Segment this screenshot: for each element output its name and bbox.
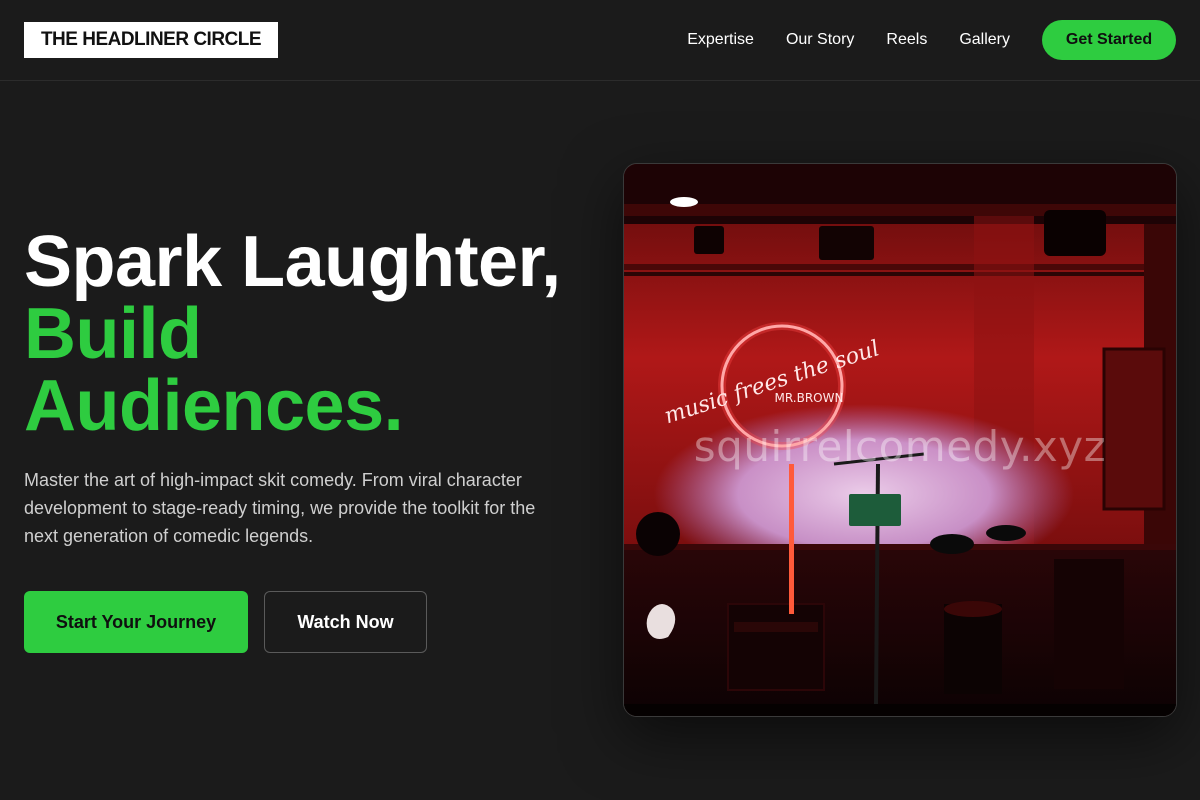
nav-link-expertise[interactable]: Expertise xyxy=(687,31,754,49)
hero-headline: Spark Laughter, Build Audiences. xyxy=(24,226,604,442)
get-started-button[interactable]: Get Started xyxy=(1042,20,1176,60)
nav-link-our-story[interactable]: Our Story xyxy=(786,31,854,49)
nav-link-gallery[interactable]: Gallery xyxy=(959,31,1010,49)
main-nav: Expertise Our Story Reels Gallery Get St… xyxy=(687,20,1176,60)
watch-now-button[interactable]: Watch Now xyxy=(264,591,427,653)
stage-photo: music frees the soul MR.BROWN xyxy=(624,164,1176,716)
headline-line-2: Build xyxy=(24,294,202,374)
site-logo[interactable]: THE HEADLINER CIRCLE xyxy=(24,22,278,58)
hero-stage-image: music frees the soul MR.BROWN squirrelco… xyxy=(623,163,1177,717)
headline-line-1: Spark Laughter, xyxy=(24,222,561,302)
headline-line-3: Audiences. xyxy=(24,366,404,446)
neon-sign-subtext: MR.BROWN xyxy=(775,391,844,405)
start-journey-button[interactable]: Start Your Journey xyxy=(24,591,248,653)
hero-description: Master the art of high-impact skit comed… xyxy=(24,470,536,546)
nav-link-reels[interactable]: Reels xyxy=(886,31,927,49)
site-header: THE HEADLINER CIRCLE Expertise Our Story… xyxy=(0,0,1200,81)
